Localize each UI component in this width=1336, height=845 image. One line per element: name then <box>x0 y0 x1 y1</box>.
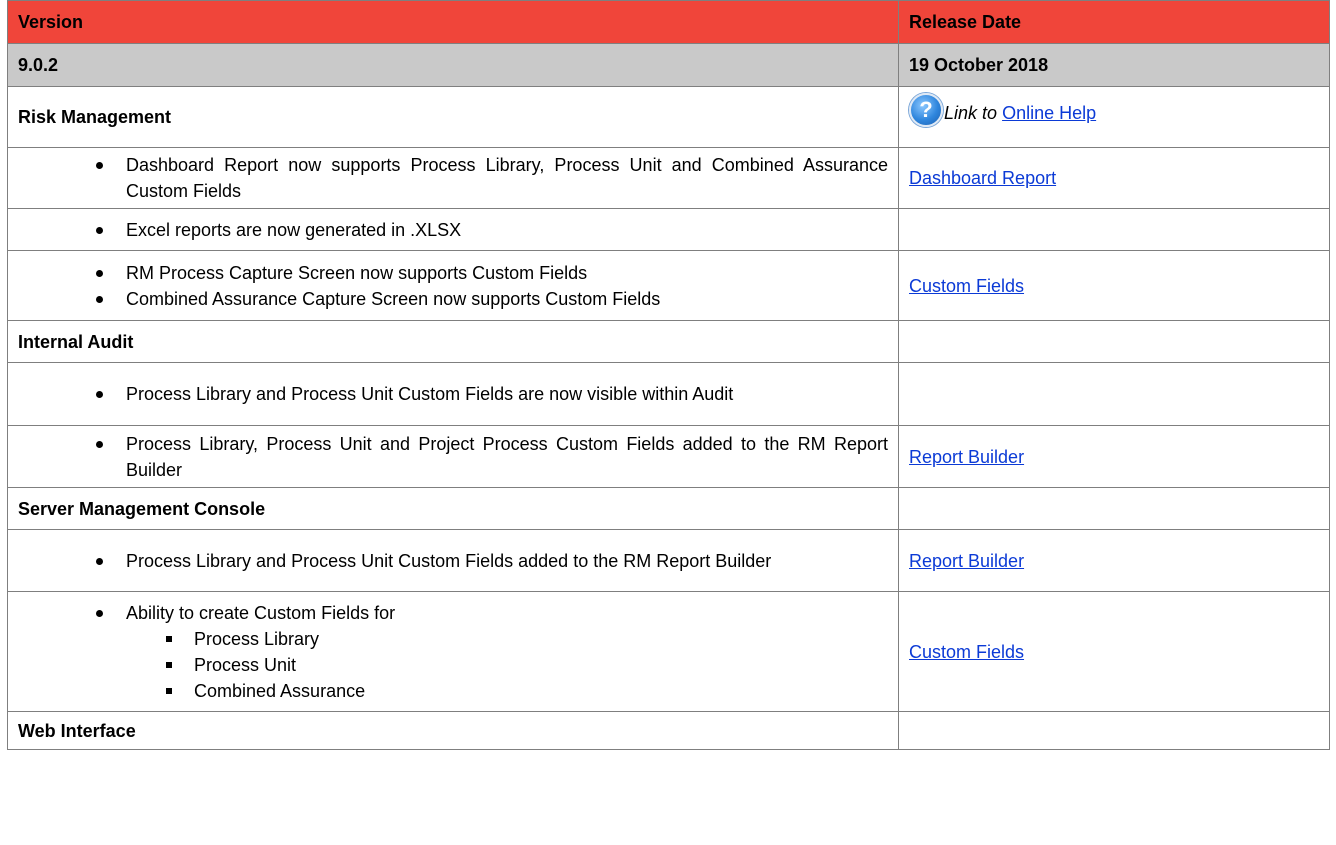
section-title-web-interface: Web Interface <box>7 711 899 750</box>
report-builder-link[interactable]: Report Builder <box>909 551 1024 571</box>
table-row: Process Library and Process Unit Custom … <box>7 529 1330 592</box>
header-version: Version <box>7 0 899 44</box>
section-row-server-management-console: Server Management Console <box>7 487 1330 530</box>
section-title-internal-audit: Internal Audit <box>7 320 899 363</box>
bullet-icon <box>96 226 103 234</box>
link-cell: Report Builder <box>898 425 1330 488</box>
list-item-text: Ability to create Custom Fields for <box>126 602 396 623</box>
list-item: Ability to create Custom Fields for Proc… <box>96 600 888 704</box>
list-item: Process Library and Process Unit Custom … <box>96 548 888 574</box>
link-cell: Custom Fields <box>898 591 1330 712</box>
table-row: Process Library and Process Unit Custom … <box>7 362 1330 426</box>
bullet-icon <box>96 440 103 448</box>
feature-cell: Excel reports are now generated in .XLSX <box>7 208 899 251</box>
custom-fields-link[interactable]: Custom Fields <box>909 276 1024 296</box>
empty-link-cell <box>898 208 1330 251</box>
list-item: Combined Assurance Capture Screen now su… <box>96 286 888 312</box>
feature-cell: RM Process Capture Screen now supports C… <box>7 250 899 321</box>
list-item: Process Library and Process Unit Custom … <box>96 381 888 407</box>
square-bullet-icon <box>166 635 172 642</box>
section-title-server-management-console: Server Management Console <box>7 487 899 530</box>
bullet-icon <box>96 557 103 565</box>
square-bullet-icon <box>166 661 172 668</box>
empty-link-cell <box>898 320 1330 363</box>
sub-list-item-text: Process Unit <box>194 654 297 675</box>
feature-cell: Process Library and Process Unit Custom … <box>7 529 899 592</box>
empty-link-cell <box>898 362 1330 426</box>
feature-cell: Ability to create Custom Fields for Proc… <box>7 591 899 712</box>
list-item-text: Combined Assurance Capture Screen now su… <box>126 288 661 309</box>
table-row: Excel reports are now generated in .XLSX <box>7 208 1330 251</box>
link-cell: Report Builder <box>898 529 1330 592</box>
table-row: Dashboard Report now supports Process Li… <box>7 147 1330 209</box>
table-header-row: Version Release Date <box>7 0 1330 44</box>
bullet-list: Ability to create Custom Fields for Proc… <box>18 600 888 704</box>
bullet-list: RM Process Capture Screen now supports C… <box>18 260 888 312</box>
empty-link-cell <box>898 711 1330 750</box>
section-row-risk-management: Risk Management ? Link to Online Help <box>7 86 1330 148</box>
bullet-list: Excel reports are now generated in .XLSX <box>18 217 888 243</box>
empty-link-cell <box>898 487 1330 530</box>
sub-list-item-text: Process Library <box>194 628 320 649</box>
list-item-text: RM Process Capture Screen now supports C… <box>126 262 588 283</box>
table-row: Process Library, Process Unit and Projec… <box>7 425 1330 488</box>
bullet-list: Process Library, Process Unit and Projec… <box>18 431 888 483</box>
section-row-web-interface: Web Interface <box>7 711 1330 750</box>
header-release-date: Release Date <box>898 0 1330 44</box>
bullet-icon <box>96 295 103 303</box>
list-item-text: Process Library and Process Unit Custom … <box>126 550 772 571</box>
sub-list: Process Library Process Unit Combined As… <box>126 626 888 704</box>
bullet-list: Process Library and Process Unit Custom … <box>18 381 888 407</box>
release-notes-table: Version Release Date 9.0.2 19 October 20… <box>7 0 1330 750</box>
list-item-text: Process Library and Process Unit Custom … <box>126 384 734 404</box>
list-item: Dashboard Report now supports Process Li… <box>96 152 888 204</box>
list-item: Process Library, Process Unit and Projec… <box>96 431 888 483</box>
dashboard-report-link[interactable]: Dashboard Report <box>909 168 1056 188</box>
list-item: Excel reports are now generated in .XLSX <box>96 217 888 243</box>
table-row: Ability to create Custom Fields for Proc… <box>7 591 1330 712</box>
help-link-prefix: Link to <box>944 102 998 123</box>
version-number: 9.0.2 <box>7 43 899 87</box>
sub-list-item: Process Library <box>164 626 888 652</box>
online-help-link[interactable]: Online Help <box>1002 103 1096 123</box>
table-row: RM Process Capture Screen now supports C… <box>7 250 1330 321</box>
link-cell: Dashboard Report <box>898 147 1330 209</box>
version-row: 9.0.2 19 October 2018 <box>7 43 1330 87</box>
bullet-icon <box>96 391 103 398</box>
bullet-icon <box>96 609 103 617</box>
sub-list-item-text: Combined Assurance <box>194 680 366 701</box>
feature-cell: Process Library and Process Unit Custom … <box>7 362 899 426</box>
bullet-icon <box>96 162 103 169</box>
list-item-text: Process Library, Process Unit and Projec… <box>126 433 888 480</box>
custom-fields-link[interactable]: Custom Fields <box>909 642 1024 662</box>
feature-cell: Process Library, Process Unit and Projec… <box>7 425 899 488</box>
report-builder-link[interactable]: Report Builder <box>909 447 1024 467</box>
feature-cell: Dashboard Report now supports Process Li… <box>7 147 899 209</box>
sub-list-item: Combined Assurance <box>164 678 888 704</box>
link-cell: Custom Fields <box>898 250 1330 321</box>
bullet-icon <box>96 269 103 277</box>
list-item-text: Excel reports are now generated in .XLSX <box>126 219 462 240</box>
section-title-risk-management: Risk Management <box>7 86 899 148</box>
online-help-cell: ? Link to Online Help <box>898 86 1330 148</box>
square-bullet-icon <box>166 687 172 694</box>
section-row-internal-audit: Internal Audit <box>7 320 1330 363</box>
list-item-text: Dashboard Report now supports Process Li… <box>126 155 888 201</box>
bullet-list: Process Library and Process Unit Custom … <box>18 548 888 574</box>
question-mark-help-icon[interactable]: ? <box>909 92 943 127</box>
bullet-list: Dashboard Report now supports Process Li… <box>18 152 888 204</box>
list-item: RM Process Capture Screen now supports C… <box>96 260 888 286</box>
sub-list-item: Process Unit <box>164 652 888 678</box>
release-date: 19 October 2018 <box>898 43 1330 87</box>
